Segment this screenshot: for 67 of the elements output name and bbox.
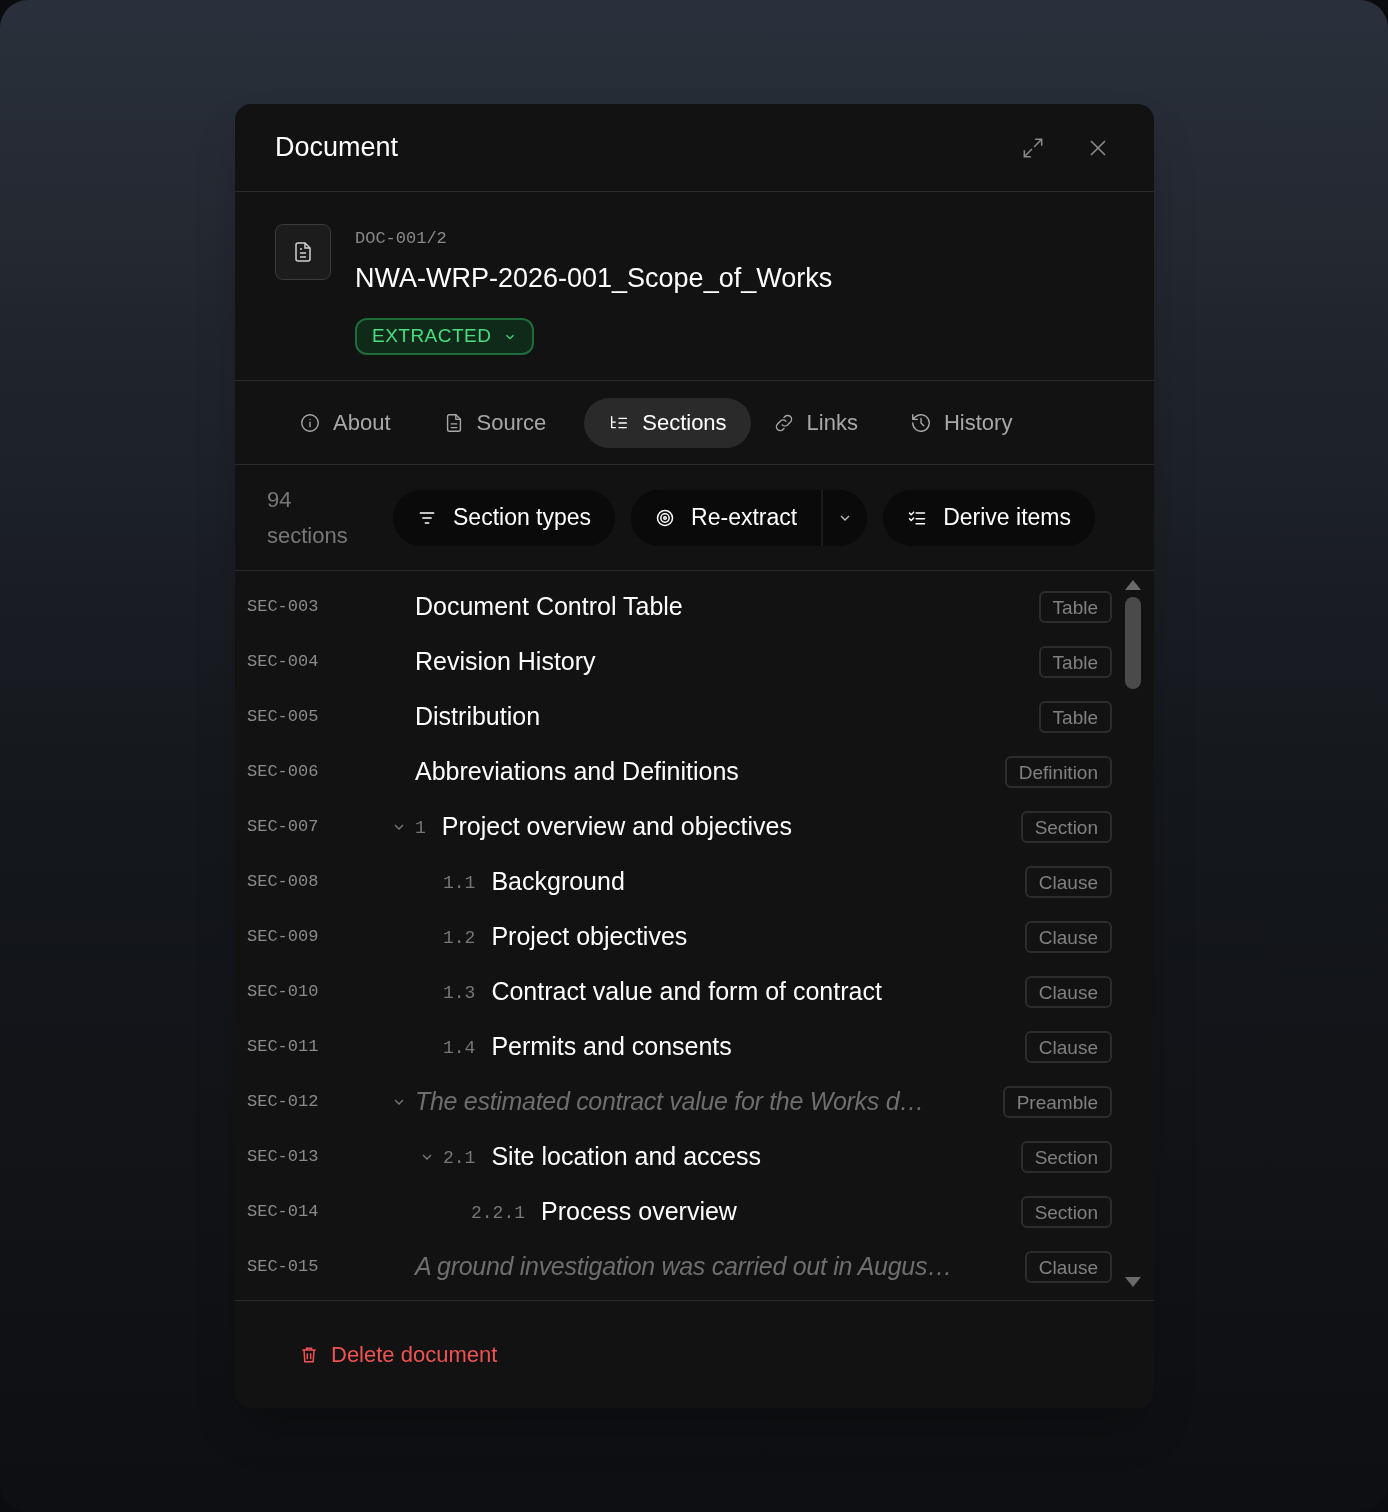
section-id: SEC-010 bbox=[247, 980, 320, 1003]
toolbar-button[interactable]: Section types bbox=[393, 489, 616, 546]
section-number: 1.1 bbox=[443, 872, 476, 895]
section-title: Document Control Table bbox=[415, 590, 683, 622]
delete-button[interactable]: Delete document bbox=[299, 1338, 498, 1371]
section-type-tag: Clause bbox=[1024, 1250, 1112, 1283]
scroll-up-icon[interactable] bbox=[1124, 579, 1142, 591]
section-number: 1.2 bbox=[443, 927, 476, 950]
section-type-tag: Section bbox=[1020, 810, 1112, 843]
section-id: SEC-003 bbox=[247, 595, 320, 618]
section-type-tag: Clause bbox=[1024, 865, 1112, 898]
section-number: 2.1 bbox=[443, 1147, 476, 1170]
section-title: Contract value and form of contract bbox=[491, 975, 882, 1007]
section-title: Project overview and objectives bbox=[441, 810, 792, 842]
section-id: SEC-009 bbox=[247, 925, 320, 948]
document-name: NWA-WRP-2026-001_Scope_of_Works bbox=[355, 261, 833, 295]
section-title: Distribution bbox=[415, 700, 541, 732]
section-id: SEC-013 bbox=[247, 1145, 320, 1168]
section-number: 2.2.1 bbox=[471, 1202, 525, 1225]
section-type-tag: Section bbox=[1020, 1195, 1112, 1228]
tab[interactable]: About bbox=[285, 397, 405, 448]
count-label: sections bbox=[267, 521, 349, 550]
section-id: SEC-008 bbox=[247, 870, 320, 893]
scroll-down-icon[interactable] bbox=[1124, 1276, 1142, 1288]
section-type-tag: Table bbox=[1038, 645, 1112, 678]
section-excerpt: A ground investigation was carried out in Augus… bbox=[415, 1250, 952, 1282]
file-icon bbox=[275, 224, 331, 280]
section-id: SEC-004 bbox=[247, 650, 320, 673]
section-title: Permits and consents bbox=[491, 1030, 732, 1062]
toolbar-button[interactable]: Derive items bbox=[883, 489, 1095, 546]
section-type-tag: Clause bbox=[1024, 1030, 1112, 1063]
history-icon bbox=[909, 411, 932, 434]
dialog-title: Document bbox=[275, 131, 399, 165]
scrollbar-thumb[interactable] bbox=[1125, 597, 1141, 689]
section-title: Revision History bbox=[415, 645, 596, 677]
section-title: Site location and access bbox=[491, 1140, 761, 1172]
section-number: 1.4 bbox=[443, 1037, 476, 1060]
section-id: SEC-005 bbox=[247, 705, 320, 728]
section-type-tag: Definition bbox=[1004, 755, 1112, 788]
status-dropdown[interactable]: EXTRACTED bbox=[355, 318, 535, 355]
section-title: Background bbox=[491, 865, 625, 897]
section-type-tag: Clause bbox=[1024, 920, 1112, 953]
section-id: SEC-006 bbox=[247, 760, 320, 783]
tab[interactable]: Sections bbox=[584, 397, 751, 448]
section-type-tag: Clause bbox=[1024, 975, 1112, 1008]
tab[interactable]: Source bbox=[428, 397, 561, 448]
tab[interactable]: History bbox=[895, 397, 1027, 448]
section-title: Project objectives bbox=[491, 920, 688, 952]
section-type-tag: Table bbox=[1038, 700, 1112, 733]
section-type-tag: Preamble bbox=[1002, 1085, 1112, 1118]
section-number: 1.3 bbox=[443, 982, 476, 1005]
tab[interactable]: Links bbox=[758, 397, 872, 448]
section-type-tag: Table bbox=[1038, 590, 1112, 623]
section-id: SEC-011 bbox=[247, 1035, 320, 1058]
section-number: 1 bbox=[415, 817, 426, 840]
section-id: SEC-014 bbox=[247, 1200, 320, 1223]
section-title: Process overview bbox=[541, 1195, 737, 1227]
info-icon bbox=[299, 411, 321, 434]
section-excerpt: The estimated contract value for the Works d… bbox=[415, 1085, 924, 1117]
section-title: Abbreviations and Definitions bbox=[415, 755, 739, 787]
target-icon bbox=[655, 507, 676, 528]
section-type-tag: Section bbox=[1020, 1140, 1112, 1173]
section-id: SEC-012 bbox=[247, 1090, 320, 1113]
section-id: SEC-007 bbox=[247, 815, 320, 838]
section-id: SEC-015 bbox=[247, 1255, 320, 1278]
document-code: DOC-001/2 bbox=[355, 228, 448, 250]
section-count: 94 bbox=[267, 485, 293, 514]
